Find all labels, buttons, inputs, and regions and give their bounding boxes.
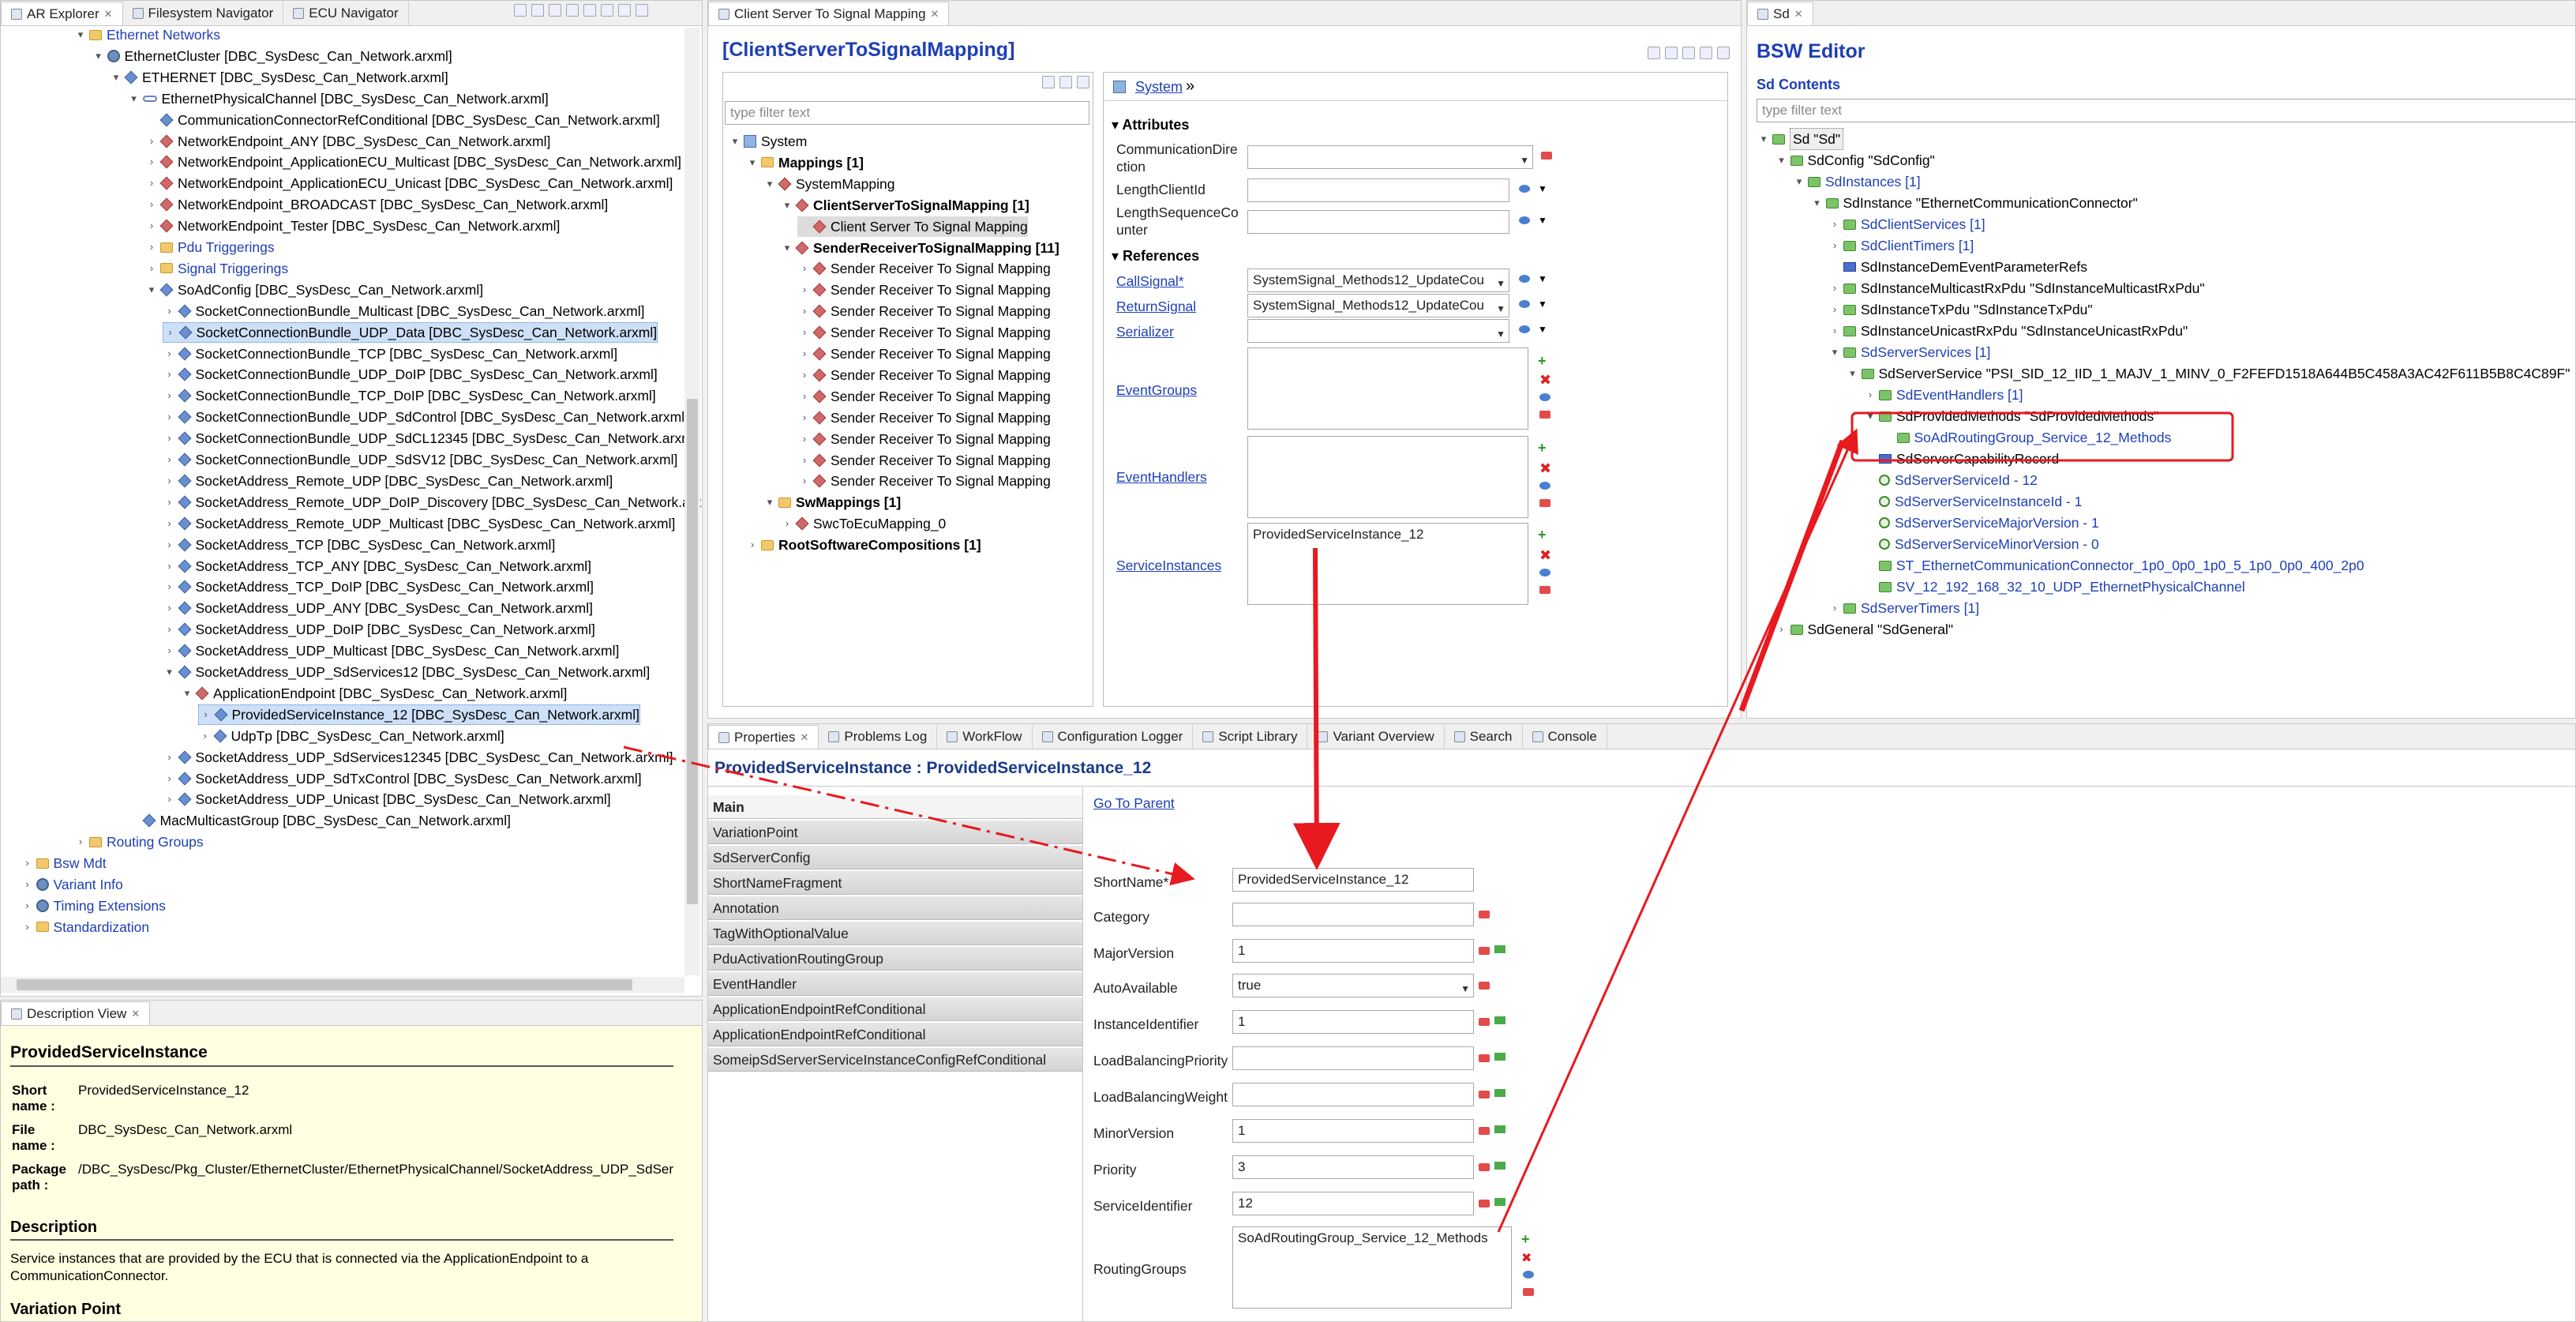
- annotation-overlay: [623, 411, 2234, 1233]
- dashed-arrow-to-shortname: [623, 746, 1195, 886]
- arrow-service-instances-to-shortname: [1292, 547, 1340, 870]
- arrow-routing-to-sd-provided-methods-thick: [1738, 439, 1846, 712]
- highlight-box: [1850, 411, 2234, 462]
